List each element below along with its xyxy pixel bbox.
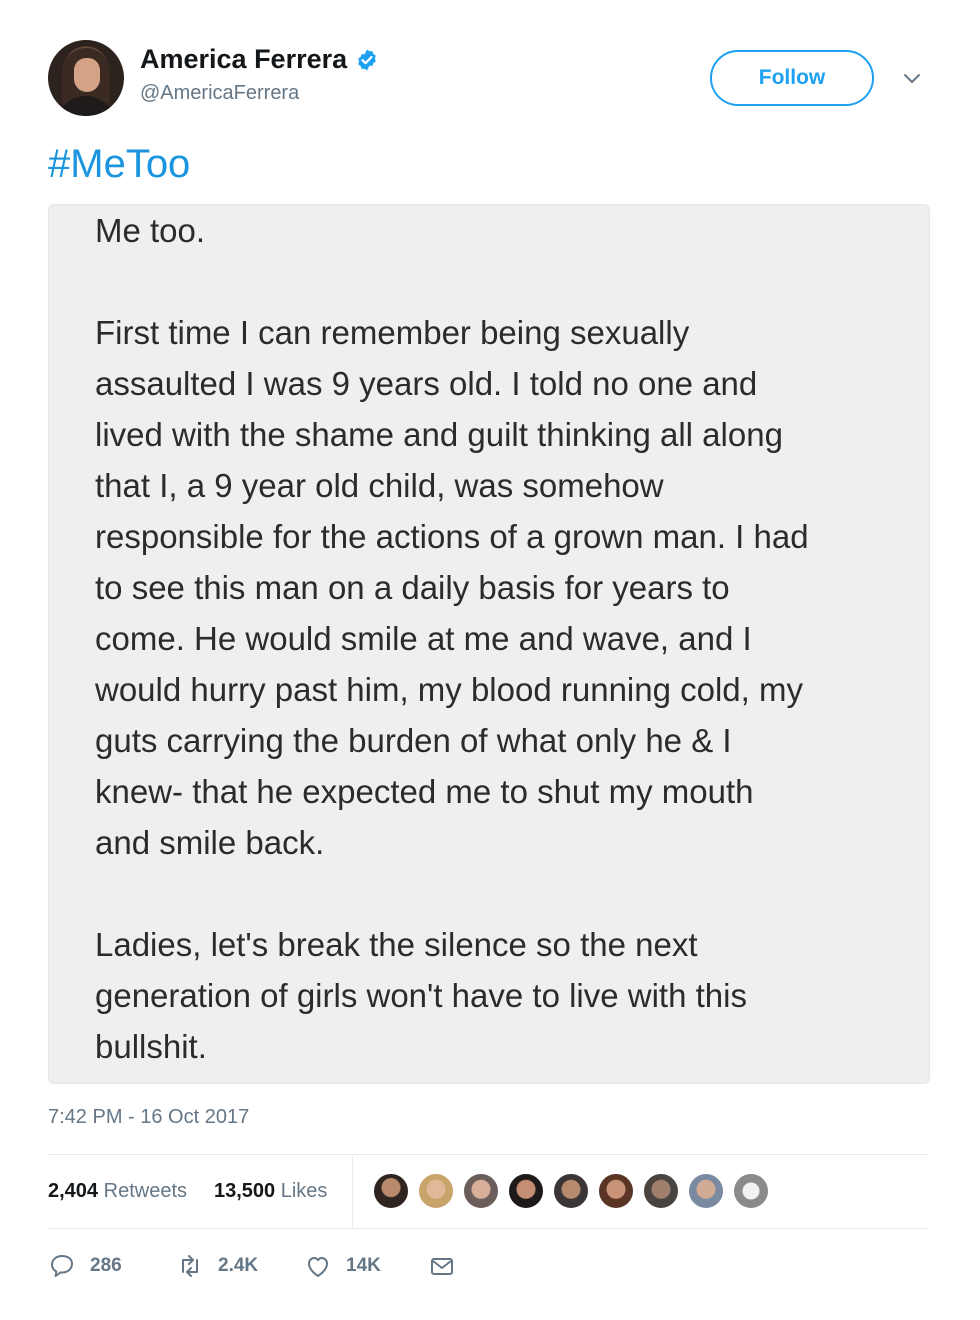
liker-avatar[interactable] <box>507 1172 545 1210</box>
retweet-count: 2.4K <box>218 1255 259 1276</box>
likes-label: Likes <box>280 1180 328 1202</box>
image-line: guts carrying the burden of what only he… <box>95 722 732 759</box>
like-button[interactable]: 14K <box>304 1252 381 1280</box>
chevron-down-icon[interactable] <box>902 68 922 88</box>
likes-count: 13,500 <box>214 1180 276 1202</box>
liker-avatar[interactable] <box>552 1172 590 1210</box>
image-line: Me too. <box>95 212 206 249</box>
heart-icon <box>308 1257 328 1277</box>
liker-avatar[interactable] <box>462 1172 500 1210</box>
liker-avatar[interactable] <box>417 1172 455 1210</box>
tweet-header: America Ferrera @AmericaFerrera Follow <box>48 40 928 116</box>
image-line: come. He would smile at me and wave, and… <box>95 620 752 657</box>
name-row: America Ferrera <box>140 44 379 75</box>
hashtag-link[interactable]: #MeToo <box>48 142 190 187</box>
image-line: and smile back. <box>95 824 325 861</box>
retweet-button[interactable]: 2.4K <box>176 1252 258 1280</box>
likers-avatars <box>372 1172 777 1210</box>
divider <box>48 1228 928 1229</box>
avatar-face <box>74 58 100 92</box>
retweets-count: 2,404 <box>48 1180 99 1202</box>
liker-avatar[interactable] <box>642 1172 680 1210</box>
liker-avatar[interactable] <box>372 1172 410 1210</box>
author-avatar[interactable] <box>48 40 124 116</box>
follow-button[interactable]: Follow <box>710 50 874 106</box>
author-display-name[interactable]: America Ferrera <box>140 44 347 75</box>
liker-avatar[interactable] <box>687 1172 725 1210</box>
likes-stat[interactable]: 13,500 Likes <box>214 1180 327 1203</box>
image-line: that I, a 9 year old child, was somehow <box>95 467 664 504</box>
author-handle[interactable]: @AmericaFerrera <box>140 82 299 105</box>
reply-count: 286 <box>90 1255 122 1276</box>
image-line: would hurry past him, my blood running c… <box>95 671 803 708</box>
image-line: to see this man on a daily basis for yea… <box>95 569 730 606</box>
image-text: Me too. First time I can remember being … <box>95 205 915 1072</box>
image-line: generation of girls won't have to live w… <box>95 977 747 1014</box>
stats-separator <box>352 1156 353 1228</box>
reply-icon <box>51 1255 73 1277</box>
image-line: responsible for the actions of a grown m… <box>95 518 809 555</box>
retweet-icon <box>182 1255 198 1277</box>
tweet-image[interactable]: Me too. First time I can remember being … <box>48 204 930 1084</box>
image-line: First time I can remember being sexually <box>95 314 690 351</box>
like-count: 14K <box>346 1255 381 1276</box>
verified-badge-icon <box>358 49 376 70</box>
tweet-timestamp[interactable]: 7:42 PM - 16 Oct 2017 <box>48 1106 249 1129</box>
liker-avatar[interactable] <box>597 1172 635 1210</box>
engagement-stats: 2,404 Retweets 13,500 Likes <box>48 1156 928 1228</box>
tweet-actions: 286 2.4K 14K <box>48 1244 548 1288</box>
retweets-label: Retweets <box>103 1180 187 1202</box>
image-line: lived with the shame and guilt thinking … <box>95 416 783 453</box>
image-line: bullshit. <box>95 1028 207 1065</box>
envelope-icon <box>431 1258 453 1275</box>
reply-button[interactable]: 286 <box>48 1252 122 1280</box>
liker-avatar[interactable] <box>732 1172 770 1210</box>
retweets-stat[interactable]: 2,404 Retweets <box>48 1180 187 1203</box>
image-line: knew- that he expected me to shut my mou… <box>95 773 754 810</box>
divider <box>48 1154 928 1155</box>
image-line: assaulted I was 9 years old. I told no o… <box>95 365 758 402</box>
image-line: Ladies, let's break the silence so the n… <box>95 926 698 963</box>
direct-message-button[interactable] <box>428 1252 470 1280</box>
